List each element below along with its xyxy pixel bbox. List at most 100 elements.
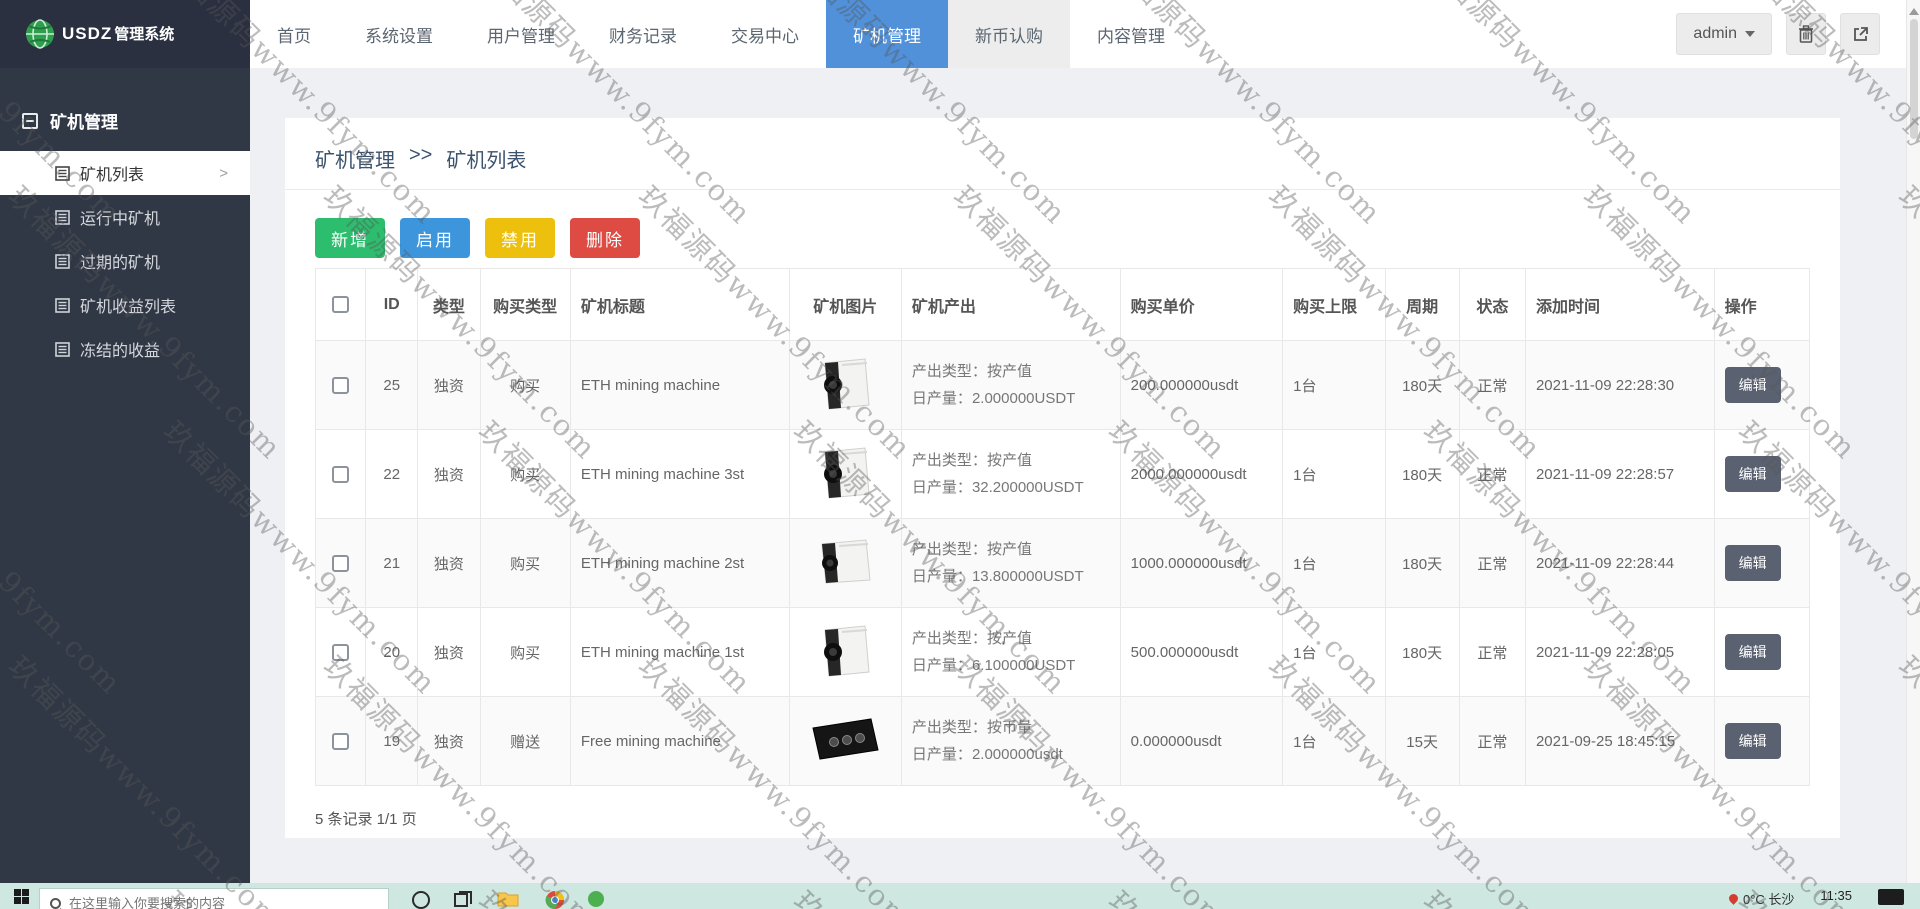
sidebar-item-running-miners[interactable]: 运行中矿机 bbox=[0, 195, 250, 239]
nav-system-settings[interactable]: 系统设置 bbox=[338, 0, 460, 68]
cell-id: 20 bbox=[365, 607, 419, 697]
enable-button[interactable]: 启用 bbox=[400, 218, 470, 258]
cell-period: 180天 bbox=[1384, 340, 1460, 430]
cortana-icon[interactable] bbox=[411, 890, 431, 909]
cell-title: ETH mining machine 1st bbox=[569, 607, 790, 697]
white-miner-photo bbox=[824, 358, 870, 410]
sidebar-item-label: 冻结的收益 bbox=[80, 343, 161, 360]
disable-button[interactable]: 禁用 bbox=[485, 218, 555, 258]
nav-home[interactable]: 首页 bbox=[250, 0, 338, 68]
cell-status: 正常 bbox=[1458, 340, 1526, 430]
nav-miner-management[interactable]: 矿机管理 bbox=[826, 0, 948, 68]
weather-widget[interactable]: 0°C 长沙 bbox=[1727, 889, 1795, 908]
sidebar-group-miner-management[interactable]: 矿机管理 bbox=[0, 98, 250, 151]
task-view-icon[interactable] bbox=[453, 890, 473, 909]
output-type-value: 按产值 bbox=[986, 363, 1032, 380]
cell-price: 1000.000000usdt bbox=[1119, 518, 1284, 608]
output-type-value: 按产值 bbox=[986, 630, 1032, 647]
daily-value: 13.800000USDT bbox=[971, 568, 1084, 585]
row-checkbox[interactable] bbox=[332, 554, 350, 572]
edit-button[interactable]: 编辑 bbox=[1724, 634, 1781, 670]
wechat-icon[interactable] bbox=[587, 890, 605, 908]
white-miner-photo bbox=[824, 625, 870, 677]
file-explorer-icon[interactable] bbox=[497, 890, 519, 908]
row-checkbox[interactable] bbox=[332, 465, 350, 483]
row-checkbox[interactable] bbox=[332, 643, 350, 661]
cell-price: 2000.000000usdt bbox=[1119, 429, 1284, 519]
cell-type: 独资 bbox=[417, 696, 481, 786]
touch-keyboard-icon[interactable] bbox=[1878, 889, 1904, 905]
nav-user-management[interactable]: 用户管理 bbox=[460, 0, 582, 68]
collapse-minus-icon bbox=[22, 112, 38, 129]
cell-title: ETH mining machine 2st bbox=[569, 518, 790, 608]
cell-period: 15天 bbox=[1384, 696, 1460, 786]
breadcrumb-parent[interactable]: 矿机管理 bbox=[315, 144, 395, 173]
add-button[interactable]: 新增 bbox=[315, 218, 385, 258]
nav-new-coin-subscription[interactable]: 新币认购 bbox=[948, 0, 1070, 68]
cell-type: 独资 bbox=[417, 607, 481, 697]
cell-added: 2021-11-09 22:28:05 bbox=[1524, 607, 1715, 697]
row-checkbox[interactable] bbox=[332, 376, 350, 394]
miner-image bbox=[788, 340, 902, 430]
black-miner-photo bbox=[812, 718, 879, 760]
cell-limit: 1台 bbox=[1282, 340, 1386, 430]
main-content: 矿机管理 >> 矿机列表 新增 启用 禁用 删除 ID 类型 购买类型 矿机标题… bbox=[250, 68, 1920, 883]
cell-buy-type: 购买 bbox=[479, 607, 571, 697]
sidebar-item-expired-miners[interactable]: 过期的矿机 bbox=[0, 239, 250, 283]
nav-content-management[interactable]: 内容管理 bbox=[1070, 0, 1192, 68]
list-icon bbox=[55, 209, 70, 225]
delete-button[interactable]: 删除 bbox=[570, 218, 640, 258]
sidebar-item-miner-income-list[interactable]: 矿机收益列表 bbox=[0, 283, 250, 327]
output-type-label: 产出类型： bbox=[911, 541, 987, 558]
search-input[interactable] bbox=[69, 895, 378, 909]
list-icon bbox=[55, 253, 70, 269]
col-action: 操作 bbox=[1713, 268, 1811, 341]
edit-button[interactable]: 编辑 bbox=[1724, 456, 1781, 492]
miner-image bbox=[788, 429, 902, 519]
scrollbar-thumb[interactable] bbox=[1909, 19, 1918, 139]
nav-trade-center[interactable]: 交易中心 bbox=[704, 0, 826, 68]
edit-button[interactable]: 编辑 bbox=[1724, 723, 1781, 759]
windows-start-icon[interactable] bbox=[14, 889, 29, 904]
cell-id: 19 bbox=[365, 696, 419, 786]
chrome-icon[interactable] bbox=[545, 890, 565, 909]
row-checkbox[interactable] bbox=[332, 732, 350, 750]
trash-button[interactable] bbox=[1786, 13, 1826, 55]
table-toolbar: 新增 启用 禁用 删除 bbox=[285, 190, 1840, 268]
app-logo[interactable]: USDZ 管理系统 bbox=[0, 0, 250, 68]
weather-text: 0°C 长沙 bbox=[1742, 892, 1795, 907]
edit-button[interactable]: 编辑 bbox=[1724, 367, 1781, 403]
logout-button[interactable] bbox=[1840, 13, 1880, 55]
cell-buy-type: 赠送 bbox=[479, 696, 571, 786]
cell-price: 200.000000usdt bbox=[1119, 340, 1284, 430]
cell-status: 正常 bbox=[1458, 518, 1526, 608]
edit-button[interactable]: 编辑 bbox=[1724, 545, 1781, 581]
scroll-up-arrow-icon[interactable] bbox=[1908, 8, 1919, 15]
cell-added: 2021-09-25 18:45:15 bbox=[1524, 696, 1715, 786]
table-row: 20 独资 购买 ETH mining machine 1st 产出类型：按产值… bbox=[314, 607, 1811, 697]
cell-title: ETH mining machine 3st bbox=[569, 429, 790, 519]
taskbar-search[interactable] bbox=[39, 888, 389, 909]
output-type-value: 按产值 bbox=[986, 541, 1032, 558]
output-type-value: 按产值 bbox=[986, 452, 1032, 469]
output-type-label: 产出类型： bbox=[911, 452, 987, 469]
cell-id: 22 bbox=[365, 429, 419, 519]
select-all-checkbox[interactable] bbox=[332, 295, 350, 313]
sidebar: 矿机管理 矿机列表 > 运行中矿机 过期的矿机 矿机收益列表 冻结的收益 bbox=[0, 68, 250, 883]
sidebar-group-label: 矿机管理 bbox=[50, 113, 118, 132]
admin-username: admin bbox=[1693, 25, 1737, 42]
nav-finance-records[interactable]: 财务记录 bbox=[582, 0, 704, 68]
white-miner-photo bbox=[824, 447, 870, 499]
cell-title: ETH mining machine bbox=[569, 340, 790, 430]
vertical-scrollbar[interactable] bbox=[1906, 0, 1920, 883]
cell-limit: 1台 bbox=[1282, 607, 1386, 697]
cell-limit: 1台 bbox=[1282, 429, 1386, 519]
admin-dropdown[interactable]: admin bbox=[1676, 13, 1772, 55]
cell-title: Free mining machine bbox=[569, 696, 790, 786]
sidebar-item-frozen-income[interactable]: 冻结的收益 bbox=[0, 327, 250, 371]
miner-table: ID 类型 购买类型 矿机标题 矿机图片 矿机产出 购买单价 购买上限 周期 状… bbox=[314, 268, 1811, 786]
cell-buy-type: 购买 bbox=[479, 518, 571, 608]
clock[interactable]: 11:35 bbox=[1820, 888, 1852, 903]
sidebar-item-miner-list[interactable]: 矿机列表 > bbox=[0, 151, 250, 195]
col-period: 周期 bbox=[1384, 268, 1460, 341]
